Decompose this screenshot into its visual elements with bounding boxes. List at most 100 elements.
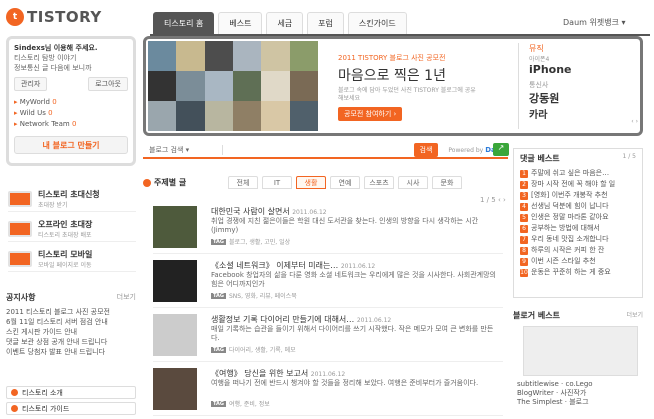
topic-tabs: 주제별 글 전체 IT 생활 연예 스포츠 시사 문화 (143, 176, 508, 189)
post-thumbnail[interactable] (153, 260, 197, 302)
contest-title: 마음으로 찍은 1년 (338, 68, 446, 84)
post-item[interactable]: 《소셜 네트워크》 이제부터 미래는… 2011.06.12 Facebook … (153, 260, 503, 308)
service-mobile[interactable]: 티스토리 모바일 모바일 페이지로 이동 (8, 246, 136, 272)
blog-item[interactable]: ▸ Network Team 0 (14, 119, 128, 130)
service-invite-request[interactable]: 티스토리 초대신청 초대장 받기 (8, 186, 136, 212)
comment-item[interactable]: 4 선생님 덕분에 힘이 납니다 (520, 201, 636, 212)
tab-skin-guide[interactable]: 스킨가이드 (347, 12, 407, 34)
topic-tab-all[interactable]: 전체 (228, 176, 258, 189)
logo-mark-icon: t (6, 8, 24, 26)
logo-word: TISTORY (27, 8, 102, 26)
share-icon[interactable]: ↗ (493, 143, 509, 156)
search-bar: 블로그 검색 ▾ 검색 Powered by Daum (143, 143, 508, 159)
notice-item[interactable]: 이벤트 당첨자 발표 안내 드립니다 (6, 347, 136, 357)
login-greeting: Sindexs님 이용해 주세요. (14, 44, 98, 52)
service-offline-invite[interactable]: 오프라인 초대장 티스토리 초대장 배포 (8, 216, 136, 242)
keyword[interactable]: 뮤직 (529, 43, 638, 54)
comment-item[interactable]: 1 주말에 쉬고 싶은 마음은… (520, 168, 636, 179)
photo-contest-banner[interactable]: 2011 TISTORY 블로그 사진 공모전 마음으로 찍은 1년 블로그 속… (143, 36, 643, 136)
post-tags: 다이어리, 생활, 기록, 메모 (229, 347, 296, 354)
keyword[interactable]: 카라 (529, 106, 638, 121)
blog-item[interactable]: ▸ Wild Us 0 (14, 108, 128, 119)
admin-button[interactable]: 관리자 (14, 77, 48, 91)
post-date: 2011.06.12 (340, 263, 376, 270)
blogger-best-more[interactable]: 더보기 (626, 310, 643, 321)
topic-icon (143, 178, 151, 187)
post-item[interactable]: 대한민국 사람이 살면서 2011.06.12 취업 경쟁에 지친 젊은이들은 … (153, 206, 503, 254)
comment-pager[interactable]: 1 / 5 (623, 153, 636, 164)
guide-icon (11, 405, 18, 412)
tistory-guide-button[interactable]: 티스토리 가이드 (6, 402, 136, 415)
login-line: 정보통신 글 다음에 보니까 (14, 64, 92, 72)
blogger-item[interactable]: The Simplest · 블로그 (517, 398, 593, 407)
daum-widget-link[interactable]: Daum 위젯뱅크 ▾ (563, 17, 625, 28)
topic-tab-it[interactable]: IT (262, 176, 292, 189)
comment-item[interactable]: 5 인생은 정말 마라톤 같아요 (520, 212, 636, 223)
post-title[interactable]: 생활정보 기록 다이어리 만들기에 대해서… (211, 315, 354, 324)
topic-tab-news[interactable]: 시사 (398, 176, 428, 189)
tag-icon: TAG (211, 292, 226, 299)
global-nav: 티스토리 홈 베스트 세금 포럼 스킨가이드 (153, 12, 407, 34)
comment-item[interactable]: 6 공부하는 방법에 대해서 (520, 223, 636, 234)
notice-title: 공지사항 (6, 293, 36, 302)
post-thumbnail[interactable] (153, 368, 197, 410)
comment-item[interactable]: 8 하루의 시작은 커피 한 잔 (520, 245, 636, 256)
logout-button[interactable]: 로그아웃 (88, 77, 128, 91)
blogger-best-title: 블로거 베스트 (513, 311, 560, 320)
keyword[interactable]: 강동원 (529, 90, 638, 106)
make-my-blog-button[interactable]: 내 블로그 만들기 (14, 136, 128, 154)
comment-item[interactable]: 3 [영화] 이번주 개봉작 추천 (520, 190, 636, 201)
topic-tab-sports[interactable]: 스포츠 (364, 176, 394, 189)
tistory-intro-button[interactable]: 티스토리 소개 (6, 386, 136, 399)
contest-join-button[interactable]: 공모전 참여하기 › (338, 107, 403, 121)
notice-item[interactable]: 2011 티스토리 블로그 사진 공모전 (6, 307, 136, 317)
tistory-logo[interactable]: t TISTORY (6, 8, 102, 26)
search-scope-select[interactable]: 블로그 검색 ▾ (143, 145, 223, 155)
notice-item[interactable]: 댓글 보관 상점 공개 안내 드립니다 (6, 337, 136, 347)
topic-tab-life[interactable]: 생활 (296, 176, 326, 189)
post-title[interactable]: 《소셜 네트워크》 이제부터 미래는… (211, 261, 338, 270)
tab-forum[interactable]: 포럼 (307, 12, 344, 34)
blogger-item[interactable]: BlogWriter · 사진작가 (517, 389, 593, 398)
blog-item[interactable]: ▸ MyWorld 0 (14, 97, 128, 108)
powered-by-label: Powered by (448, 146, 484, 154)
post-item[interactable]: 《여행》 당신을 위한 보고서 2011.06.12 여행을 떠나기 전에 반드… (153, 368, 503, 416)
comment-best-box: 댓글 베스트 1 / 5 1 주말에 쉬고 싶은 마음은… 2 장마 시작 전에 꼭 … (513, 148, 643, 298)
tag-icon: TAG (211, 238, 226, 245)
notice-item[interactable]: 스킨 게시판 가이드 안내 (6, 327, 136, 337)
search-button[interactable]: 검색 (413, 143, 439, 157)
comment-item[interactable]: 7 우리 동네 맛집 소개합니다 (520, 234, 636, 245)
keyword[interactable]: iPhone (529, 63, 638, 76)
topic-tab-entertainment[interactable]: 연예 (330, 176, 360, 189)
post-thumbnail[interactable] (153, 206, 197, 248)
keyword-pager[interactable]: ‹ › (631, 118, 638, 125)
login-box: Sindexs님 이용해 주세요. 티스토리 탐방 이야기 정보통신 글 다음에… (6, 36, 136, 166)
post-thumbnail[interactable] (153, 314, 197, 356)
comment-item[interactable]: 10 운동은 꾸준히 하는 게 중요 (520, 267, 636, 278)
notice-box: 공지사항 더보기 2011 티스토리 블로그 사진 공모전 6월 11일 티스토리… (6, 292, 136, 357)
topic-tab-culture[interactable]: 문화 (432, 176, 462, 189)
topic-pager[interactable]: 1 / 5 ‹ › (480, 196, 506, 204)
blogger-best-image[interactable] (523, 326, 638, 376)
post-date: 2011.06.12 (310, 371, 346, 378)
blogger-item[interactable]: subtitlewise · co.Lego (517, 380, 593, 389)
comment-item[interactable]: 9 이번 시즌 스타일 추천 (520, 256, 636, 267)
post-title[interactable]: 대한민국 사람이 살면서 (211, 207, 290, 216)
tag-icon: TAG (211, 346, 226, 353)
post-item[interactable]: 생활정보 기록 다이어리 만들기에 대해서… 2011.06.12 매일 기록하… (153, 314, 503, 362)
trending-keywords: 뮤직 아이폰4 iPhone 통신사 강동원 카라 ‹ › (518, 43, 638, 129)
tab-best[interactable]: 베스트 (218, 12, 263, 34)
tab-tax[interactable]: 세금 (266, 12, 304, 34)
comment-item[interactable]: 2 장마 시작 전에 꼭 해야 할 일 (520, 179, 636, 190)
tag-icon: TAG (211, 400, 226, 407)
keyword[interactable]: 아이폰4 (529, 54, 638, 63)
post-desc: 취업 경쟁에 지친 젊은이들은 학원 대신 도서관을 찾는다. 인생의 방향을 … (211, 217, 479, 234)
tab-home[interactable]: 티스토리 홈 (153, 12, 215, 34)
notice-more-link[interactable]: 더보기 (117, 292, 136, 303)
search-input[interactable] (223, 143, 414, 157)
post-date: 2011.06.12 (292, 209, 327, 216)
keyword[interactable]: 통신사 (529, 80, 638, 90)
notice-item[interactable]: 6월 11일 티스토리 서버 점검 안내 (6, 317, 136, 327)
post-title[interactable]: 《여행》 당신을 위한 보고서 (211, 369, 308, 378)
topic-title: 주제별 글 (154, 178, 187, 187)
